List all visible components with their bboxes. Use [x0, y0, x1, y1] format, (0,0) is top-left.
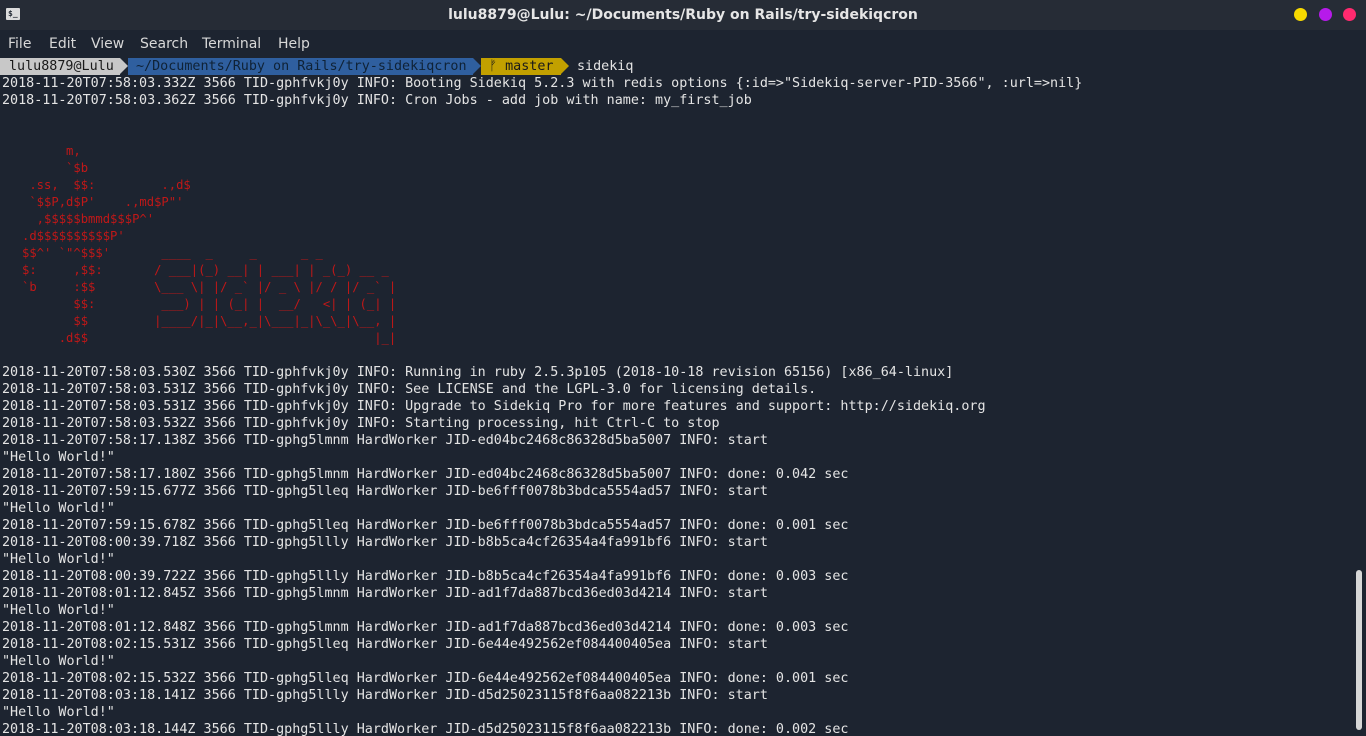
log-line: "Hello World!": [2, 705, 115, 720]
log-line: 2018-11-20T07:58:03.362Z 3566 TID-gphfvk…: [2, 93, 752, 108]
minimize-button[interactable]: [1294, 8, 1307, 21]
log-line: 2018-11-20T07:58:03.531Z 3566 TID-gphfvk…: [2, 399, 986, 414]
prompt-separator: [120, 58, 128, 74]
menu-help[interactable]: Help: [278, 30, 310, 58]
log-line: 2018-11-20T07:58:17.180Z 3566 TID-gphg5l…: [2, 467, 849, 482]
log-line: 2018-11-20T08:03:18.144Z 3566 TID-gphg5l…: [2, 722, 849, 736]
log-line: 2018-11-20T08:02:15.531Z 3566 TID-gphg5l…: [2, 637, 768, 652]
log-line: 2018-11-20T07:58:03.332Z 3566 TID-gphfvk…: [2, 76, 1083, 91]
log-line: 2018-11-20T08:01:12.848Z 3566 TID-gphg5l…: [2, 620, 849, 635]
shell-prompt: lulu8879@Lulu ~/Documents/Ruby on Rails/…: [0, 58, 633, 75]
prompt-separator: [473, 58, 481, 74]
vertical-scrollbar[interactable]: [1352, 58, 1366, 736]
menu-view[interactable]: View: [91, 30, 124, 58]
log-line: "Hello World!": [2, 654, 115, 669]
prompt-separator: [561, 58, 569, 74]
menu-file[interactable]: File: [8, 30, 31, 58]
log-line: 2018-11-20T08:00:39.722Z 3566 TID-gphg5l…: [2, 569, 849, 584]
maximize-button[interactable]: [1319, 8, 1332, 21]
log-line: 2018-11-20T07:58:03.532Z 3566 TID-gphfvk…: [2, 416, 720, 431]
menu-edit[interactable]: Edit: [49, 30, 76, 58]
terminal-window: $_ lulu8879@Lulu: ~/Documents/Ruby on Ra…: [0, 0, 1366, 736]
menu-bar: File Edit View Search Terminal Help: [0, 30, 1366, 58]
menu-search[interactable]: Search: [140, 30, 188, 58]
log-line: 2018-11-20T07:58:03.531Z 3566 TID-gphfvk…: [2, 382, 817, 397]
prompt-command: sidekiq: [577, 59, 634, 74]
close-button[interactable]: [1343, 8, 1356, 21]
prompt-git-branch: ᚠ master: [481, 58, 561, 75]
log-line: 2018-11-20T07:58:03.530Z 3566 TID-gphfvk…: [2, 365, 954, 380]
log-line: 2018-11-20T08:01:12.845Z 3566 TID-gphg5l…: [2, 586, 768, 601]
terminal-output[interactable]: lulu8879@Lulu ~/Documents/Ruby on Rails/…: [0, 58, 1352, 736]
title-bar[interactable]: $_ lulu8879@Lulu: ~/Documents/Ruby on Ra…: [0, 0, 1366, 30]
scrollbar-thumb[interactable]: [1356, 570, 1362, 730]
log-line: "Hello World!": [2, 552, 115, 567]
menu-terminal[interactable]: Terminal: [202, 30, 261, 58]
log-line: 2018-11-20T08:03:18.141Z 3566 TID-gphg5l…: [2, 688, 768, 703]
prompt-path: ~/Documents/Ruby on Rails/try-sidekiqcro…: [128, 58, 473, 75]
log-line: 2018-11-20T07:58:17.138Z 3566 TID-gphg5l…: [2, 433, 768, 448]
log-line: 2018-11-20T07:59:15.677Z 3566 TID-gphg5l…: [2, 484, 768, 499]
log-line: "Hello World!": [2, 450, 115, 465]
log-line: "Hello World!": [2, 603, 115, 618]
window-title: lulu8879@Lulu: ~/Documents/Ruby on Rails…: [448, 7, 918, 23]
log-line: "Hello World!": [2, 501, 115, 516]
prompt-user-host: lulu8879@Lulu: [0, 58, 120, 75]
sidekiq-ascii-logo: m, `$b .ss, $$: .,d$ `$$P,d$P' .,md$P"' …: [22, 144, 397, 345]
log-line: 2018-11-20T08:00:39.718Z 3566 TID-gphg5l…: [2, 535, 768, 550]
log-line: 2018-11-20T07:59:15.678Z 3566 TID-gphg5l…: [2, 518, 849, 533]
log-line: 2018-11-20T08:02:15.532Z 3566 TID-gphg5l…: [2, 671, 849, 686]
